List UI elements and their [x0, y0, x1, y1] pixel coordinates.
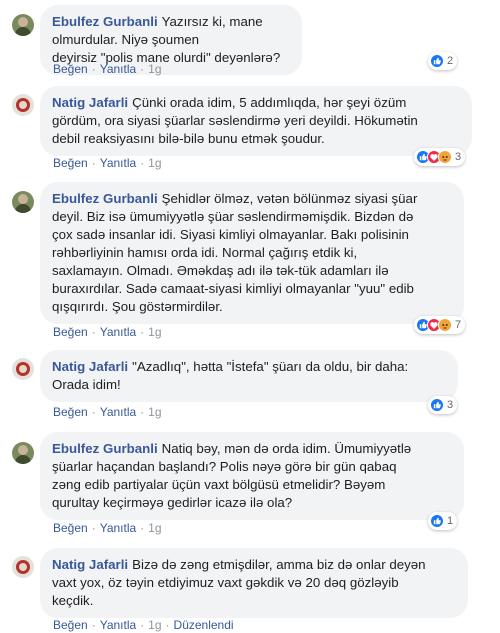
comment-bubble: Natig Jafarli "Azadlıq", hətta "İstefa" ş…	[40, 350, 458, 402]
reply-button[interactable]: Yanıtla	[100, 62, 136, 76]
comment-actions: Beğen · Yanıtla · 1g	[53, 405, 162, 419]
reaction-summary[interactable]: 3	[414, 148, 466, 166]
avatar[interactable]	[12, 358, 34, 380]
angry-icon	[438, 150, 452, 164]
like-button[interactable]: Beğen	[53, 156, 88, 170]
comment-author[interactable]: Natig Jafarli	[52, 359, 128, 374]
like-button[interactable]: Beğen	[53, 405, 88, 419]
like-button[interactable]: Beğen	[53, 62, 88, 76]
comment-bubble: Natig Jafarli Çünki orada idim, 5 addımlı…	[40, 86, 472, 156]
comment-timestamp[interactable]: 1g	[148, 618, 161, 632]
reply-button[interactable]: Yanıtla	[100, 521, 136, 535]
like-icon	[430, 398, 444, 412]
comment-actions: Beğen · Yanıtla · 1g	[53, 62, 162, 76]
comment-actions: Beğen · Yanıtla · 1g	[53, 156, 162, 170]
comment-author[interactable]: Natig Jafarli	[52, 95, 128, 110]
comment-timestamp[interactable]: 1g	[148, 156, 161, 170]
comment-bubble: Natig Jafarli Bizə də zəng etmişdilər, am…	[40, 548, 468, 618]
comment-author[interactable]: Ebulfez Gurbanli	[52, 441, 158, 456]
comment-bubble: Ebulfez Gurbanli Şehidlər ölməz, vətən bö…	[40, 182, 464, 324]
reply-button[interactable]: Yanıtla	[100, 156, 136, 170]
comment-actions: Beğen · Yanıtla · 1g	[53, 325, 162, 339]
reaction-summary[interactable]: 2	[428, 52, 458, 70]
avatar[interactable]	[12, 556, 34, 578]
reaction-summary[interactable]: 7	[414, 316, 466, 334]
avatar[interactable]	[12, 14, 34, 36]
angry-icon	[438, 318, 452, 332]
comment-author[interactable]: Ebulfez Gurbanli	[52, 14, 158, 29]
reply-button[interactable]: Yanıtla	[100, 618, 136, 632]
avatar[interactable]	[12, 94, 34, 116]
reaction-count: 3	[447, 399, 454, 411]
comment-timestamp[interactable]: 1g	[148, 325, 161, 339]
like-button[interactable]: Beğen	[53, 618, 88, 632]
comment-bubble: Ebulfez Gurbanli Natiq bəy, mən də orda i…	[40, 432, 464, 520]
avatar[interactable]	[12, 191, 34, 213]
comment-author[interactable]: Natig Jafarli	[52, 557, 128, 572]
reaction-count: 1	[447, 515, 454, 527]
comment-author[interactable]: Ebulfez Gurbanli	[52, 191, 158, 206]
reaction-count: 3	[455, 151, 462, 163]
reaction-summary[interactable]: 1	[428, 512, 458, 530]
comment-timestamp[interactable]: 1g	[148, 405, 161, 419]
like-icon	[430, 54, 444, 68]
comment-timestamp[interactable]: 1g	[148, 521, 161, 535]
reaction-count: 2	[447, 55, 454, 67]
like-icon	[430, 514, 444, 528]
reply-button[interactable]: Yanıtla	[100, 405, 136, 419]
like-button[interactable]: Beğen	[53, 325, 88, 339]
comment-actions: Beğen · Yanıtla · 1g · Düzenlendi	[53, 618, 234, 632]
reply-button[interactable]: Yanıtla	[100, 325, 136, 339]
reaction-count: 7	[455, 319, 462, 331]
comment-actions: Beğen · Yanıtla · 1g	[53, 521, 162, 535]
comment-timestamp[interactable]: 1g	[148, 62, 161, 76]
comment-text: Şehidlər ölməz, vətən bölünməz siyasi şü…	[52, 191, 418, 314]
avatar[interactable]	[12, 442, 34, 464]
like-button[interactable]: Beğen	[53, 521, 88, 535]
edited-label[interactable]: Düzenlendi	[174, 618, 234, 632]
reaction-summary[interactable]: 3	[428, 396, 458, 414]
